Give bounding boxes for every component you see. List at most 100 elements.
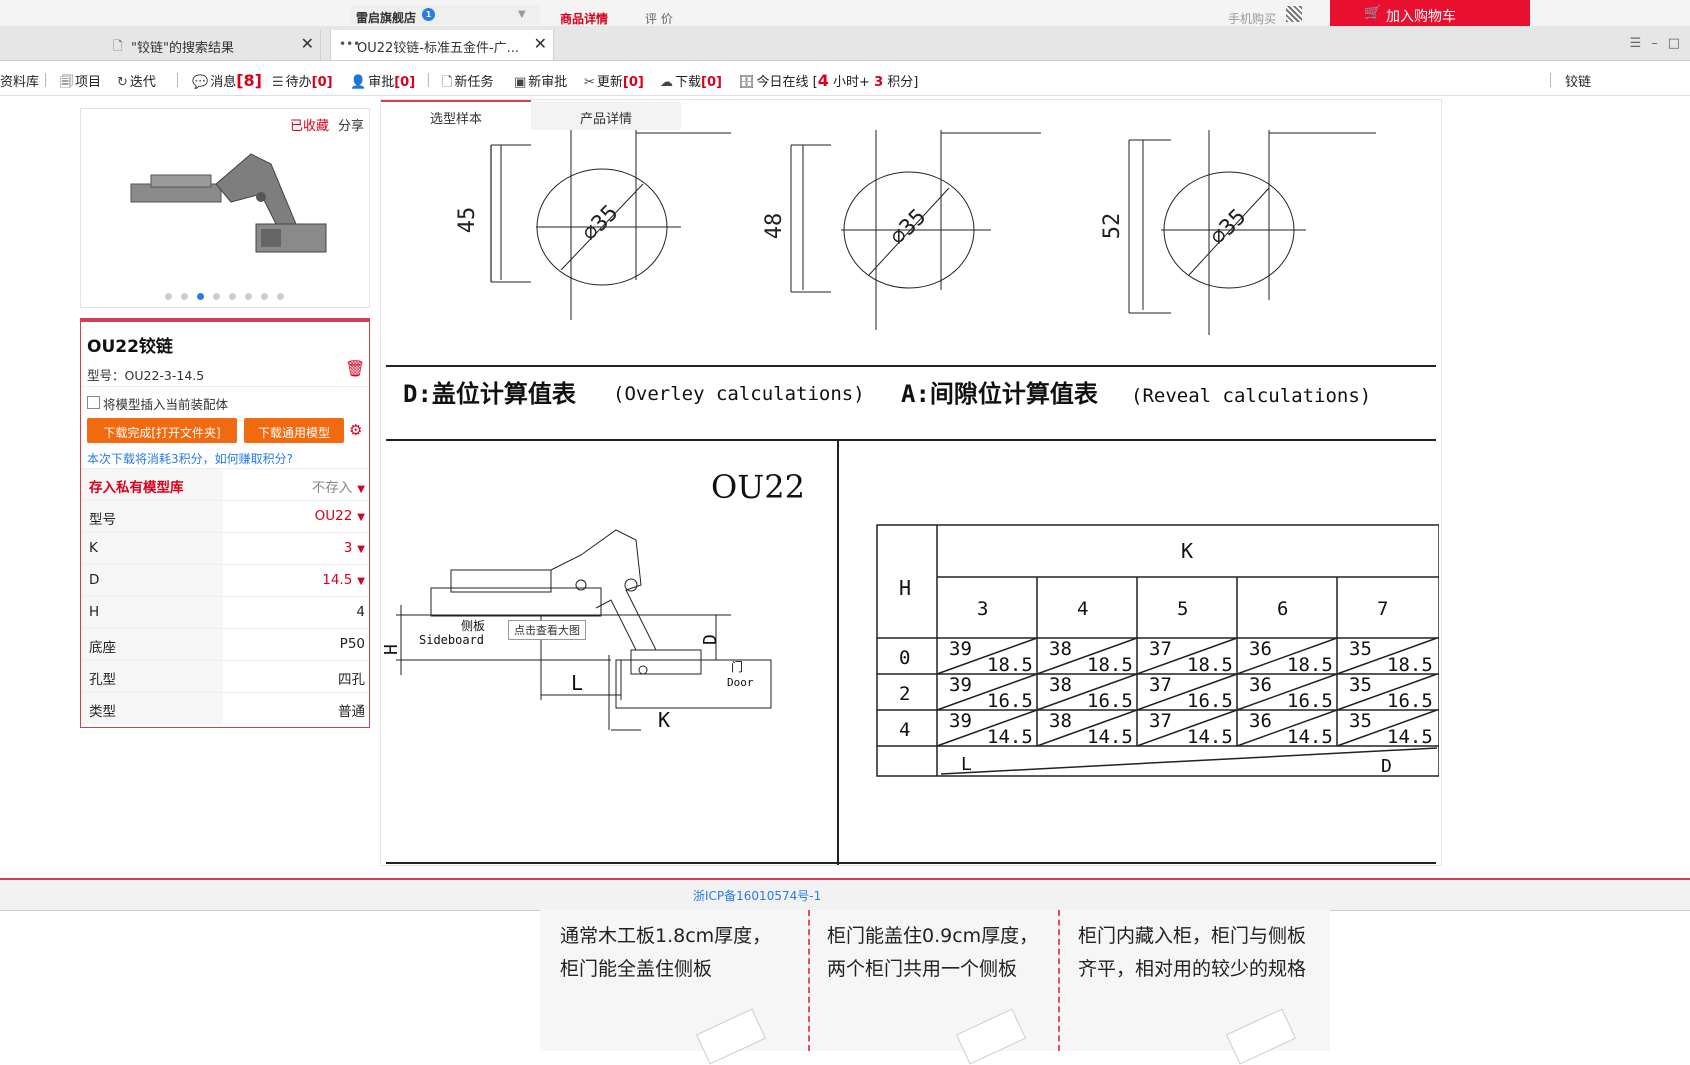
tab-label: 产品详情 — [579, 112, 632, 127]
view-large-tooltip[interactable]: 点击查看大图 — [508, 620, 586, 640]
chevron-down-icon: ▼ — [518, 9, 526, 20]
insert-model-checkbox[interactable] — [87, 396, 100, 409]
tab-product-detail[interactable]: 产品详情 — [531, 102, 681, 130]
property-key: K — [89, 540, 98, 556]
project-icon: 🗐 — [60, 75, 73, 90]
property-key: H — [89, 604, 100, 620]
toolbar-project[interactable]: 🗐 项目 — [60, 71, 101, 95]
online-mid: 小时+ — [833, 75, 870, 90]
browser-tab-search[interactable]: 🗋 "铰链"的搜索结果 ✕ — [105, 30, 321, 60]
table-l-value: 37 — [1149, 710, 1172, 732]
toolbar-label: 审批 — [368, 75, 395, 90]
download-generic-button[interactable]: 下载通用模型 — [244, 418, 344, 443]
add-to-cart-button[interactable]: 🛒 加入购物车 — [1330, 0, 1530, 26]
table-d-value: 14.5 — [987, 726, 1033, 748]
table-l-value: 35 — [1349, 638, 1372, 660]
carousel-dot[interactable] — [213, 293, 220, 300]
window-controls[interactable]: ☰–□ — [1630, 36, 1690, 51]
carousel-dot[interactable] — [245, 293, 252, 300]
tab-selection-sample[interactable]: 选型样本 — [381, 100, 531, 132]
property-row-k[interactable]: K 3 ▼ — [81, 532, 369, 564]
property-row-h: H4 — [81, 596, 369, 628]
download-done-button[interactable]: 下载完成[打开文件夹] — [87, 418, 237, 443]
points-note-link[interactable]: 本次下载将消耗3积分，如何赚取积分? — [87, 450, 293, 467]
dim-diameter-label: ⌀35 — [578, 200, 624, 246]
property-key: 类型 — [89, 704, 116, 720]
hinge-product-image[interactable] — [121, 139, 331, 269]
carousel-dot[interactable] — [165, 293, 172, 300]
toolbar-search-text[interactable]: 铰链 — [1565, 71, 1591, 90]
circle-diagram-2: 48 ⌀35 — [762, 130, 1041, 330]
user-icon: 👤 — [350, 75, 367, 90]
divider — [1058, 910, 1060, 1051]
gear-icon[interactable]: ⚙ — [349, 421, 362, 439]
technical-drawing[interactable]: 45 ⌀35 48 ⌀35 52 ⌀35 D:盖位计算值表 (Overley c… — [381, 130, 1439, 865]
store-detail-below: 通常木工板1.8cm厚度，柜门能全盖住侧板 柜门能盖住0.9cm厚度，两个柜门共… — [540, 910, 1330, 1065]
property-table: 存入私有模型库 不存入 ▼ 型号 OU22 ▼ K 3 ▼ D 14.5 ▼ H4 底座 P50 … — [81, 468, 369, 724]
table-l-value: 38 — [1049, 638, 1072, 660]
online-points: 3 — [874, 75, 884, 90]
toolbar-iteration[interactable]: ↻ 迭代 — [117, 71, 156, 90]
store-tab-detail[interactable]: 商品详情 — [560, 10, 608, 27]
mobile-buy-link[interactable]: 手机购买 — [1228, 10, 1276, 27]
toolbar-update[interactable]: ✂ 更新[0] — [584, 71, 644, 90]
online-suffix: 积分] — [887, 75, 919, 90]
store-tab-review[interactable]: 评 价 — [645, 10, 673, 27]
toolbar-download[interactable]: ☁ 下载[0] — [660, 71, 722, 90]
close-icon[interactable]: ✕ — [301, 34, 314, 53]
table-k-value: 7 — [1377, 598, 1388, 620]
toolbar-todo[interactable]: ☰ 待办[0] — [272, 71, 333, 90]
property-row-d[interactable]: D 14.5 ▼ — [81, 564, 369, 596]
icp-license-link[interactable]: 浙ICP备16010574号-1 — [693, 887, 821, 904]
toolbar-divider — [45, 73, 46, 87]
table-d-value: 18.5 — [1187, 654, 1233, 676]
favorited-link[interactable]: 已收藏 — [290, 115, 329, 134]
table-d-value: 14.5 — [1087, 726, 1133, 748]
carousel-dot[interactable] — [277, 293, 284, 300]
toolbar-label: 资料库 — [0, 75, 40, 90]
toolbar-label: 待办 — [285, 75, 312, 90]
table-l-value: 35 — [1349, 674, 1372, 696]
property-value: 普通 — [338, 704, 365, 720]
approval-count: [0] — [394, 75, 416, 90]
property-key: 存入私有模型库 — [89, 480, 184, 496]
property-row-private-lib[interactable]: 存入私有模型库 不存入 ▼ — [81, 468, 369, 500]
dim-height-label: 45 — [455, 207, 480, 234]
table-l-value: 37 — [1149, 674, 1172, 696]
dim-k-label: K — [658, 708, 670, 732]
toolbar-online-stats: 🗄 今日在线 [4 小时+ 3 积分] — [738, 71, 918, 90]
toolbar-library[interactable]: 资料库 — [0, 71, 39, 90]
browser-tab-product[interactable]: ••• OU22铰链-标准五金件-广... ✕ — [330, 30, 554, 60]
carousel-dot-active[interactable] — [197, 293, 204, 300]
toolbar-label: 下载 — [675, 75, 702, 90]
store-name: 雷启旗舰店 — [356, 11, 417, 25]
add-to-cart-label: 加入购物车 — [1386, 9, 1456, 25]
hinge-thumbnail — [955, 1008, 1027, 1065]
model-number: 型号：OU22-3-14.5 — [87, 368, 205, 383]
toolbar-new-task[interactable]: 🗋 新任务 — [442, 71, 493, 95]
close-icon[interactable]: ✕ — [534, 34, 547, 53]
circle-diagram-3: 52 ⌀35 — [1100, 130, 1376, 335]
store-name-dropdown[interactable]: 雷启旗舰店 1 ▼ — [350, 5, 540, 25]
overlay-heading-en: (Overley calculations) — [613, 383, 865, 405]
trash-icon[interactable]: 🗑 — [345, 359, 365, 378]
property-row-model[interactable]: 型号 OU22 ▼ — [81, 500, 369, 532]
toolbar-approval[interactable]: 👤 审批[0] — [350, 71, 415, 90]
dim-d-label: D — [700, 634, 721, 645]
table-l-value: 35 — [1349, 710, 1372, 732]
carousel-dots[interactable] — [165, 285, 293, 304]
property-value: 四孔 — [338, 672, 365, 688]
toolbar-messages[interactable]: 💬 消息[8] — [192, 71, 262, 90]
carousel-dot[interactable] — [261, 293, 268, 300]
carousel-dot[interactable] — [181, 293, 188, 300]
carousel-dot[interactable] — [229, 293, 236, 300]
toolbar-divider — [1550, 73, 1551, 87]
share-link[interactable]: 分享 — [338, 115, 364, 134]
table-h-value: 0 — [899, 647, 910, 669]
qr-code-icon[interactable] — [1286, 6, 1302, 22]
toolbar-new-approval[interactable]: ▣ 新审批 — [514, 71, 567, 90]
toolbar-label: 消息 — [210, 75, 237, 90]
product-info-card: OU22铰链 型号：OU22-3-14.5 🗑 将模型插入当前装配体 下载完成[… — [80, 318, 370, 728]
document-icon: 🗋 — [113, 39, 123, 53]
property-row-type: 类型 普通 — [81, 692, 369, 724]
